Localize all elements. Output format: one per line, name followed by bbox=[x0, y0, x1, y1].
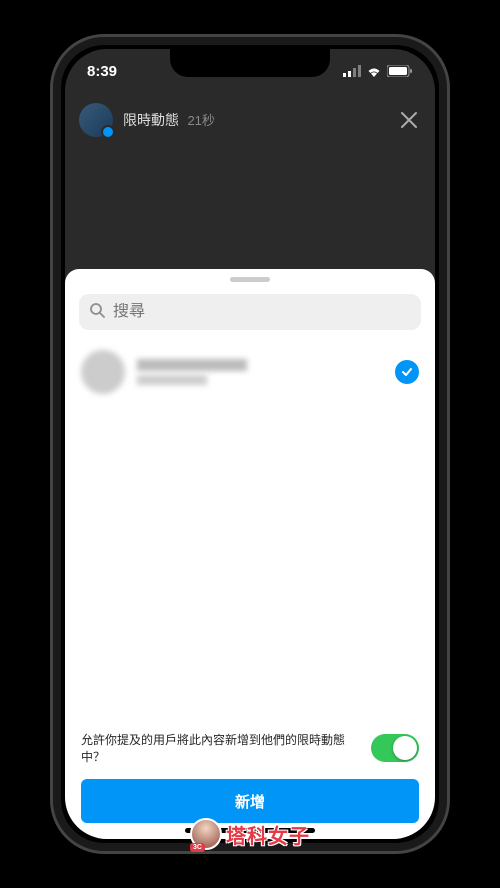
story-title: 限時動態 bbox=[123, 112, 179, 128]
add-badge-icon bbox=[101, 125, 115, 139]
permission-row: 允許你提及的用戶將此內容新增到他們的限時動態中？ bbox=[81, 721, 419, 779]
search-container bbox=[65, 288, 435, 340]
search-input[interactable] bbox=[113, 303, 411, 321]
watermark: 塔科女子 bbox=[190, 818, 310, 850]
user-info bbox=[137, 359, 383, 385]
selected-checkmark[interactable] bbox=[395, 360, 419, 384]
user-avatar bbox=[81, 350, 125, 394]
user-subtitle bbox=[137, 375, 207, 385]
phone-frame: 8:39 限時動態 21秒 bbox=[50, 34, 450, 854]
search-icon bbox=[89, 302, 105, 323]
cellular-signal-icon bbox=[343, 65, 361, 77]
add-button[interactable]: 新增 bbox=[81, 779, 419, 823]
battery-icon bbox=[387, 65, 413, 77]
notch bbox=[170, 49, 330, 77]
permission-toggle[interactable] bbox=[371, 734, 419, 762]
permission-label: 允許你提及的用戶將此內容新增到他們的限時動態中？ bbox=[81, 731, 361, 765]
phone-screen: 8:39 限時動態 21秒 bbox=[65, 49, 435, 839]
story-avatar[interactable] bbox=[79, 103, 113, 137]
watermark-avatar-icon bbox=[190, 818, 222, 850]
wifi-icon bbox=[366, 65, 382, 77]
story-duration: 21秒 bbox=[187, 113, 214, 128]
user-list[interactable] bbox=[65, 340, 435, 711]
story-header: 限時動態 21秒 bbox=[65, 93, 435, 147]
drag-handle[interactable] bbox=[230, 277, 270, 282]
status-time: 8:39 bbox=[87, 63, 117, 80]
check-icon bbox=[400, 365, 414, 379]
toggle-knob bbox=[393, 736, 417, 760]
close-button[interactable] bbox=[397, 108, 421, 132]
close-icon bbox=[399, 110, 419, 130]
mention-modal-sheet: 允許你提及的用戶將此內容新增到他們的限時動態中？ 新增 bbox=[65, 269, 435, 839]
story-title-wrap: 限時動態 21秒 bbox=[123, 110, 215, 130]
user-name bbox=[137, 359, 247, 371]
watermark-text: 塔科女子 bbox=[226, 820, 310, 849]
user-row[interactable] bbox=[65, 340, 435, 404]
search-field[interactable] bbox=[79, 294, 421, 330]
status-icons bbox=[343, 65, 413, 77]
